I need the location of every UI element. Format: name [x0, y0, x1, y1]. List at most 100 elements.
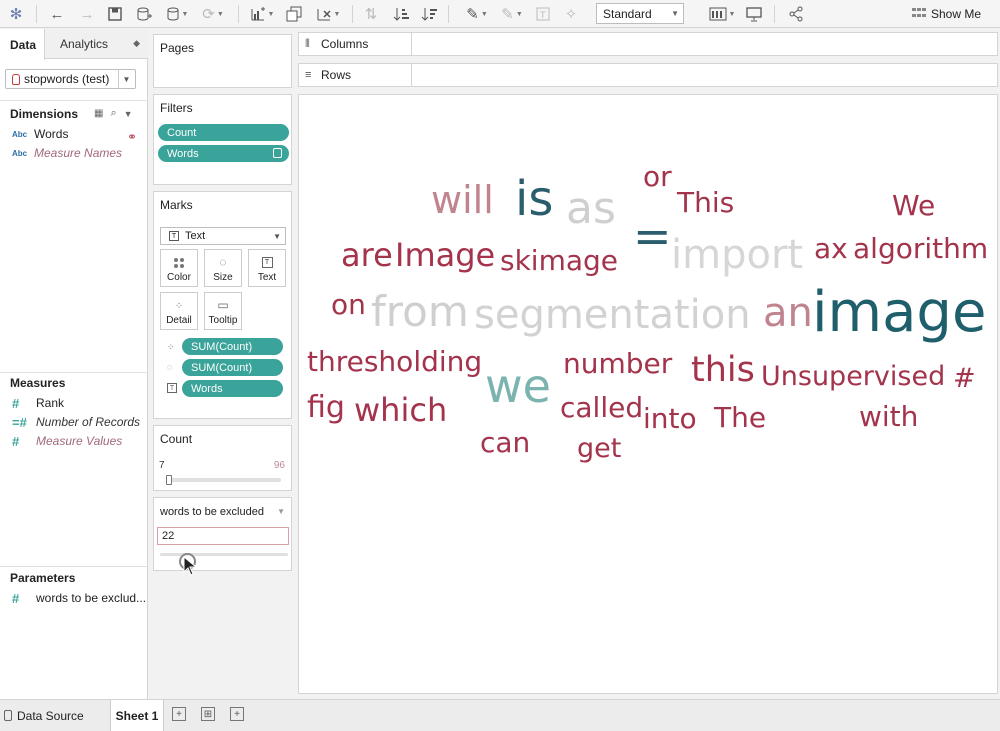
sort-descending-icon[interactable]	[420, 3, 438, 25]
word-cloud-word[interactable]: image	[812, 285, 986, 341]
filter-pill-words[interactable]: Words	[158, 145, 289, 162]
tooltip-button[interactable]: ▭ Tooltip	[204, 292, 242, 330]
clear-sheet-icon[interactable]: ▼	[312, 3, 344, 25]
dimensions-header: Dimensions	[10, 107, 79, 121]
color-button[interactable]: Color	[160, 249, 198, 287]
word-cloud-word[interactable]: on	[331, 291, 366, 319]
duplicate-sheet-icon[interactable]	[284, 3, 304, 25]
new-worksheet-icon[interactable]: ▼	[246, 3, 278, 25]
word-cloud-word[interactable]: from	[371, 291, 469, 333]
sheet-tab[interactable]: Sheet 1	[110, 700, 164, 731]
pages-card[interactable]: Pages	[153, 34, 292, 88]
view-canvas[interactable]: will is as or This We = import are Image…	[298, 94, 998, 694]
show-cards-icon[interactable]: ▼	[706, 3, 738, 25]
pill-label: SUM(Count)	[191, 361, 253, 374]
show-me-button[interactable]: Show Me	[912, 3, 981, 24]
pause-updates-icon[interactable]: ▼	[163, 3, 191, 25]
word-cloud-word[interactable]: are	[341, 239, 393, 271]
size-button[interactable]: ◌ Size	[204, 249, 242, 287]
columns-shelf[interactable]: ⦀ Columns	[298, 32, 998, 56]
word-cloud-word[interactable]: is	[515, 175, 553, 223]
word-cloud-word[interactable]: skimage	[500, 247, 618, 275]
number-type-icon: #	[12, 395, 20, 411]
word-cloud-word[interactable]: called	[560, 394, 643, 422]
view-size-select[interactable]: Standard ▼	[596, 3, 684, 24]
word-cloud-word[interactable]: This	[677, 189, 734, 217]
pane-menu-icon[interactable]: ◆	[133, 38, 140, 49]
word-cloud-word[interactable]: segmentation	[474, 295, 751, 335]
parameter-value-input[interactable]: 22	[157, 527, 289, 545]
mark-pill-text-words[interactable]: Words	[182, 380, 283, 397]
rows-shelf[interactable]: ≡ Rows	[298, 63, 998, 87]
mark-pill-color-sum-count[interactable]: SUM(Count)	[182, 338, 283, 355]
undo-icon[interactable]: ←	[48, 3, 66, 25]
sort-ascending-icon[interactable]	[392, 3, 410, 25]
word-cloud-word[interactable]: into	[643, 405, 697, 433]
view-grid-icon[interactable]: ▦	[94, 108, 103, 119]
word-cloud-word[interactable]: will	[431, 181, 494, 219]
filter-pill-count[interactable]: Count	[158, 124, 289, 141]
presentation-mode-icon[interactable]	[744, 3, 764, 25]
new-worksheet-icon[interactable]: +	[172, 707, 186, 721]
text-label: Text	[257, 272, 277, 283]
mark-pill-size-sum-count[interactable]: SUM(Count)	[182, 359, 283, 376]
detail-button[interactable]: ⁘ Detail	[160, 292, 198, 330]
chevron-down-icon: ▼	[671, 9, 679, 18]
datasource-select[interactable]: stopwords (test) ▼	[5, 69, 136, 89]
group-members-icon[interactable]: ✎ ▼	[498, 3, 526, 25]
save-icon[interactable]	[106, 3, 124, 25]
measure-field-measure-values[interactable]: # Measure Values	[12, 433, 122, 449]
dimensions-menu-icon[interactable]: ▼	[124, 109, 133, 119]
parameter-field[interactable]: # words to be exclud...	[12, 590, 146, 606]
new-story-icon[interactable]: +	[230, 707, 244, 721]
word-cloud-word[interactable]: can	[480, 429, 530, 457]
share-icon[interactable]	[786, 3, 806, 25]
word-cloud-word[interactable]: number	[563, 350, 672, 378]
word-cloud-word[interactable]: ax	[814, 235, 848, 263]
word-cloud-word[interactable]: =	[633, 213, 672, 259]
word-cloud-word[interactable]: import	[671, 235, 803, 275]
word-cloud-word[interactable]: thresholding	[307, 348, 482, 376]
data-source-tab[interactable]: Data Source	[4, 700, 84, 731]
text-button[interactable]: T Text	[248, 249, 286, 287]
word-cloud-word[interactable]: #	[953, 365, 976, 392]
dimension-field-measure-names[interactable]: Abc Measure Names	[12, 145, 122, 161]
word-cloud-word[interactable]: get	[577, 435, 621, 462]
show-mark-labels-icon[interactable]: T	[534, 3, 552, 25]
parameter-slider-track[interactable]	[160, 553, 288, 556]
filters-card[interactable]: Filters Count Words	[153, 94, 292, 185]
tableau-logo-icon[interactable]: ✻	[6, 3, 26, 25]
field-label: Measure Names	[34, 146, 123, 160]
fix-axes-icon[interactable]: ✧	[562, 3, 580, 25]
word-cloud-word[interactable]: we	[485, 363, 551, 409]
word-cloud-word[interactable]: Image	[395, 239, 495, 271]
redo-icon[interactable]: →	[78, 3, 96, 25]
refresh-icon[interactable]: ⟳ ▼	[198, 3, 228, 25]
range-track[interactable]	[168, 478, 281, 482]
dimension-field-words[interactable]: Abc Words	[12, 126, 68, 142]
word-cloud-word[interactable]: as	[566, 187, 616, 231]
mark-type-select[interactable]: T Text ▼	[160, 227, 286, 245]
tab-analytics[interactable]: Analytics	[60, 29, 108, 59]
range-min-handle[interactable]	[166, 475, 172, 485]
new-datasource-icon[interactable]	[134, 3, 154, 25]
tab-data[interactable]: Data	[0, 29, 45, 60]
word-cloud-word[interactable]: which	[354, 394, 447, 426]
word-cloud-word[interactable]: fig	[307, 393, 345, 423]
highlight-icon[interactable]: ✎ ▼	[462, 3, 492, 25]
rows-shelf-label: ≡ Rows	[299, 64, 412, 86]
word-cloud-word[interactable]: algorithm	[853, 235, 988, 263]
new-dashboard-icon[interactable]: ⊞	[201, 707, 215, 721]
word-cloud-word[interactable]: Unsupervised	[761, 363, 945, 390]
search-icon[interactable]: ⌕	[110, 107, 116, 120]
measure-field-number-of-records[interactable]: =# Number of Records	[12, 414, 140, 430]
word-cloud-word[interactable]: with	[859, 403, 918, 431]
measure-field-rank[interactable]: # Rank	[12, 395, 64, 411]
word-cloud-word[interactable]: We	[892, 192, 935, 220]
chevron-down-icon[interactable]: ▼	[277, 507, 285, 516]
word-cloud-word[interactable]: an	[763, 293, 813, 333]
word-cloud-word[interactable]: this	[691, 353, 755, 388]
swap-rows-columns-icon[interactable]: ⇅	[362, 3, 380, 25]
word-cloud-word[interactable]: or	[643, 163, 672, 191]
word-cloud-word[interactable]: The	[714, 404, 766, 432]
